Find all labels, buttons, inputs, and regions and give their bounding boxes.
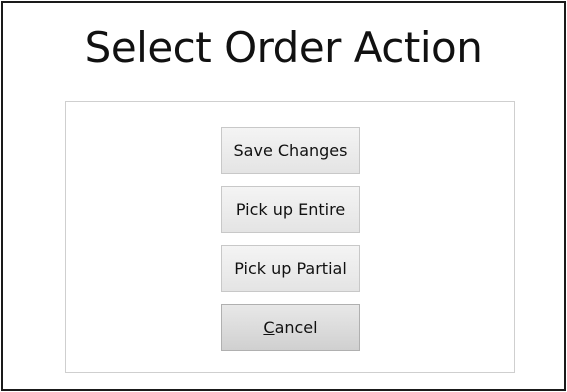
pick-up-partial-button[interactable]: Pick up Partial: [221, 245, 360, 292]
save-changes-button[interactable]: Save Changes: [221, 127, 360, 174]
cancel-label-rest: ancel: [274, 318, 318, 337]
cancel-button[interactable]: Cancel: [221, 304, 360, 351]
order-action-dialog: Select Order Action Save Changes Pick up…: [1, 1, 566, 391]
actions-panel: Save Changes Pick up Entire Pick up Part…: [65, 101, 515, 373]
dialog-title: Select Order Action: [84, 23, 483, 72]
cancel-mnemonic: C: [263, 318, 275, 337]
pick-up-entire-button[interactable]: Pick up Entire: [221, 186, 360, 233]
